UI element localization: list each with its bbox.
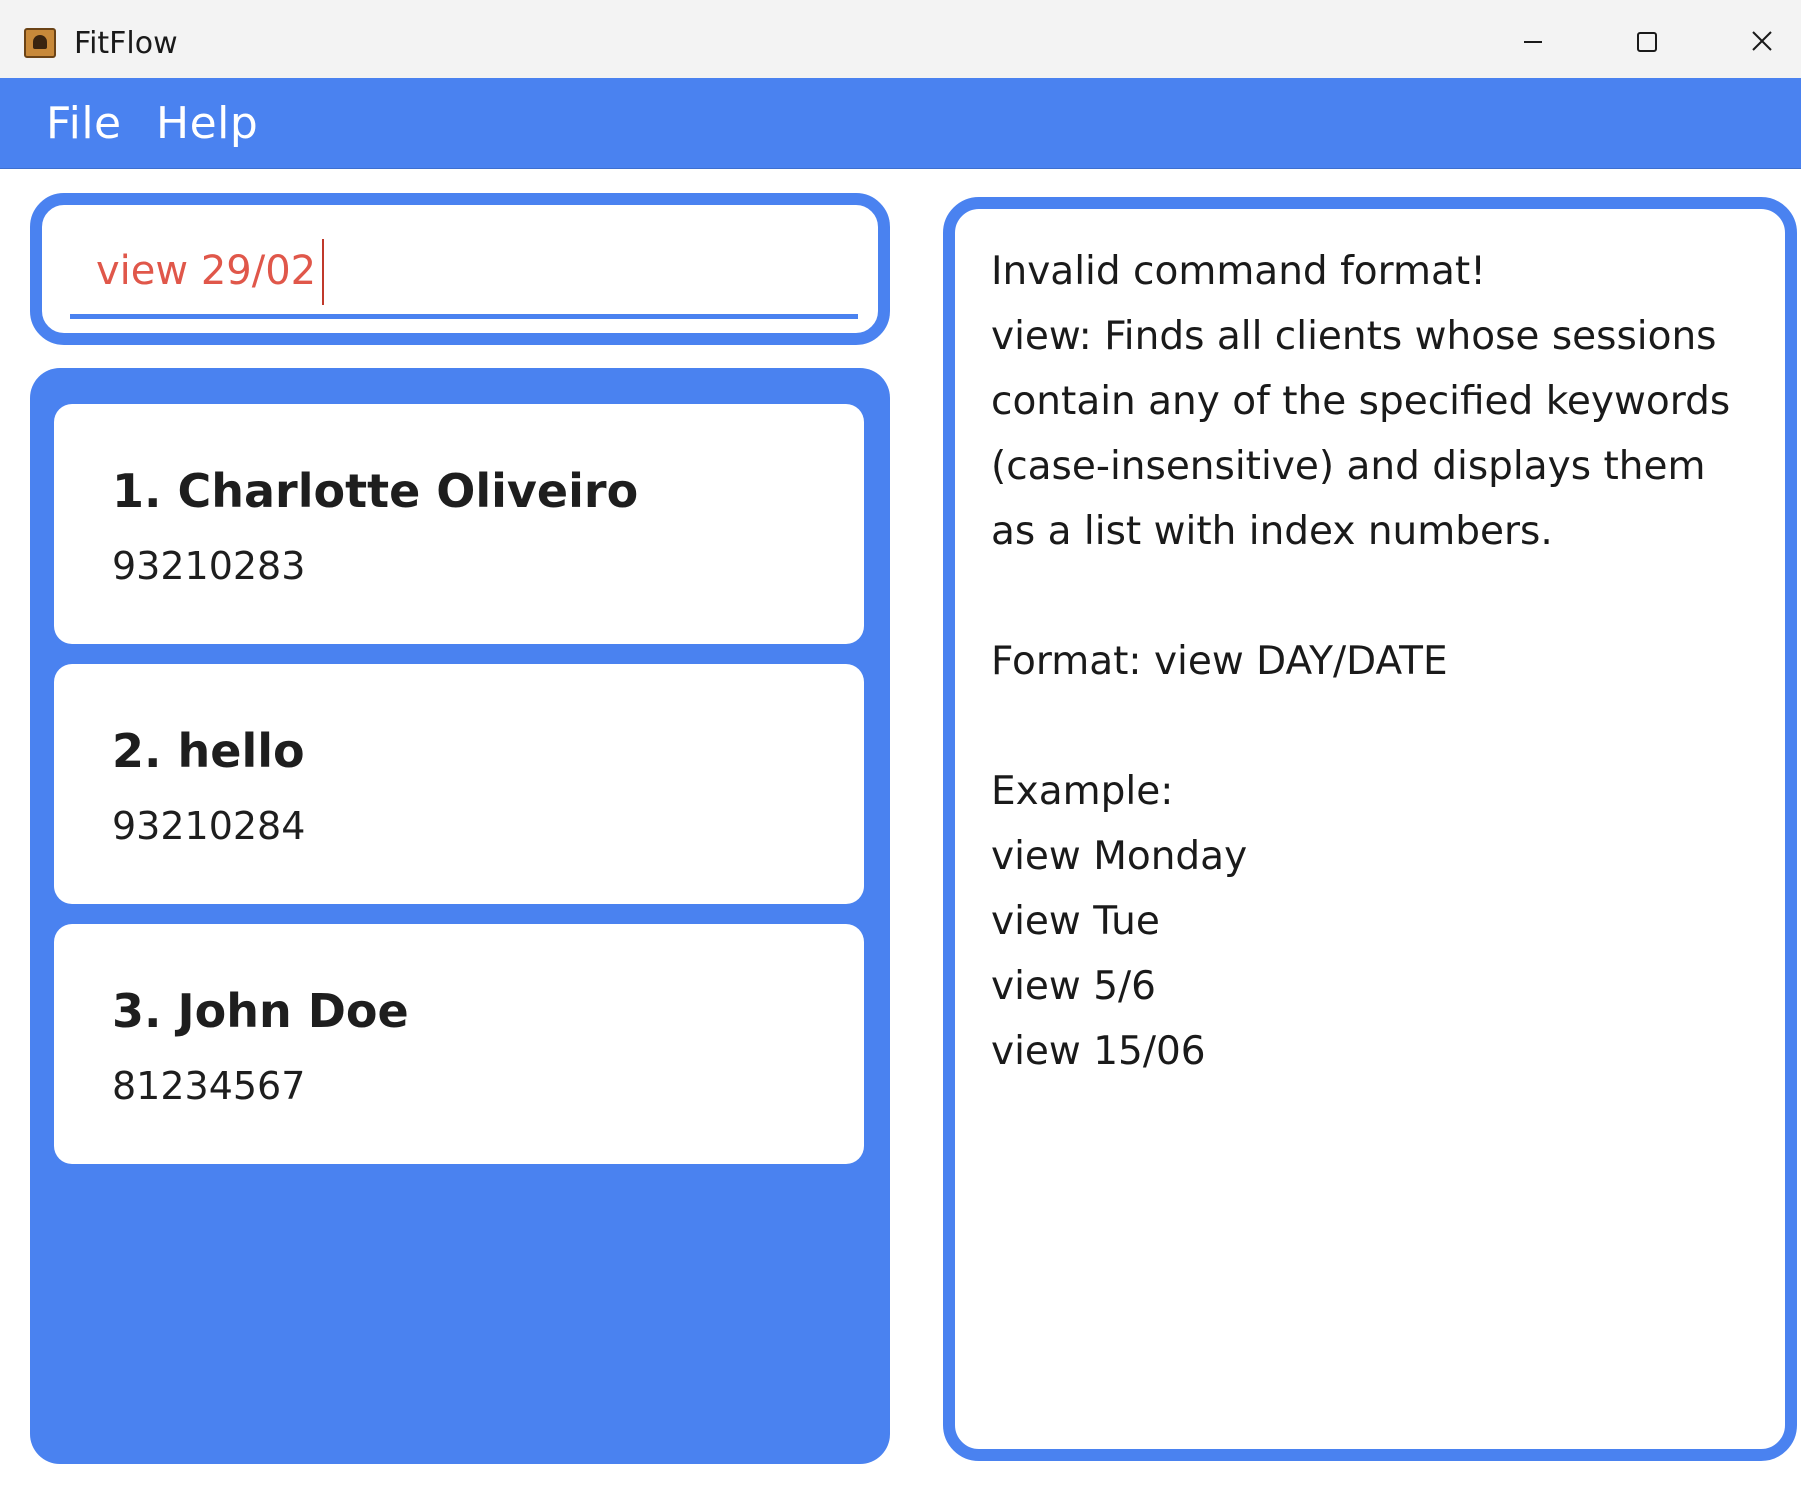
- command-box: [30, 193, 890, 345]
- menu-bar: File Help: [0, 78, 1801, 169]
- close-icon: [1752, 31, 1772, 51]
- client-card[interactable]: 3. John Doe 81234567: [54, 924, 864, 1164]
- title-bar: FitFlow: [0, 0, 1801, 79]
- client-name: 2. hello: [112, 724, 305, 778]
- window-title: FitFlow: [74, 26, 178, 61]
- maximize-icon: [1637, 32, 1657, 52]
- app-icon: [24, 28, 56, 58]
- client-list[interactable]: 1. Charlotte Oliveiro 93210283 2. hello …: [30, 368, 890, 1464]
- close-button[interactable]: [1726, 14, 1798, 70]
- minimize-button[interactable]: [1496, 14, 1568, 70]
- client-name: 1. Charlotte Oliveiro: [112, 464, 639, 518]
- result-display[interactable]: Invalid command format! view: Finds all …: [943, 197, 1797, 1461]
- client-phone: 93210283: [112, 544, 306, 588]
- menu-help[interactable]: Help: [156, 98, 258, 149]
- text-caret: [322, 239, 324, 305]
- maximize-button[interactable]: [1610, 14, 1682, 70]
- menu-file[interactable]: File: [46, 98, 122, 149]
- result-message: Invalid command format! view: Finds all …: [991, 249, 1731, 1074]
- client-name: 3. John Doe: [112, 984, 409, 1038]
- client-card[interactable]: 1. Charlotte Oliveiro 93210283: [54, 404, 864, 644]
- minimize-icon: [1524, 41, 1542, 43]
- client-phone: 93210284: [112, 804, 306, 848]
- client-card[interactable]: 2. hello 93210284: [54, 664, 864, 904]
- client-phone: 81234567: [112, 1064, 306, 1108]
- command-input[interactable]: [70, 227, 858, 319]
